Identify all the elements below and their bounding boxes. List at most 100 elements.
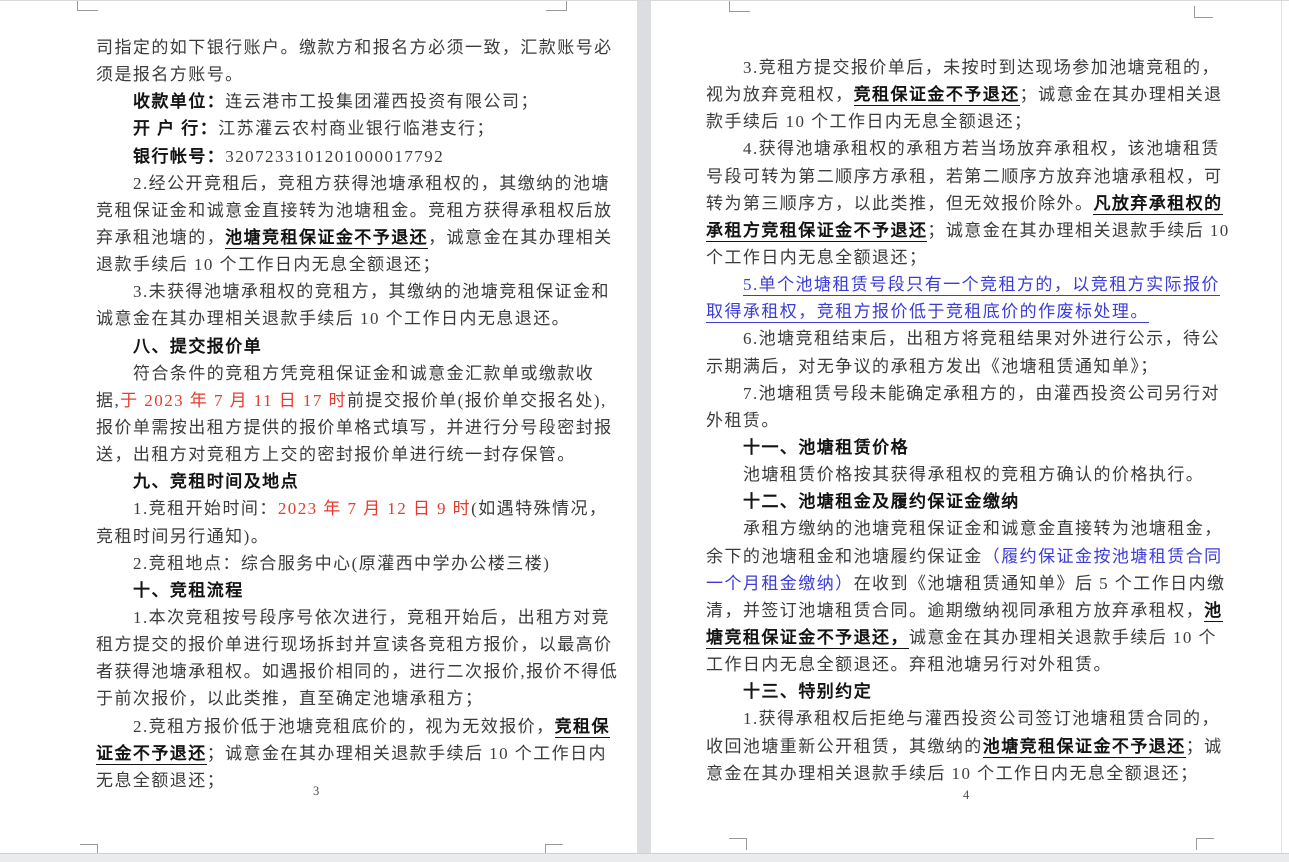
text-run: 银行帐号： xyxy=(133,147,225,166)
text-line: 取得承租权，竞租方报价低于竞租底价的作废标处理。 xyxy=(706,298,1214,325)
text-line: 1.获得承租权后拒绝与灌西投资公司签订池塘租赁合同的， xyxy=(706,705,1214,732)
text-line: 个工作日内无息全额退还； xyxy=(706,244,1214,271)
text-line: 3.竞租方提交报价单后，未按时到达现场参加池塘竞租的， xyxy=(706,54,1214,81)
text-line: 竞租保证金和诚意金直接转为池塘租金。竞租方获得承租权后放 xyxy=(96,197,613,224)
page-right-edge xyxy=(1281,1,1282,853)
text-run: 示期满后，对无争议的承租方发出《池塘租赁通知单》； xyxy=(706,357,1159,376)
text-line: 2.竞租方报价低于池塘竞租底价的，视为无效报价，竞租保 xyxy=(96,713,613,740)
text-line: 1.本次竞租按号段序号依次进行，竞租开始后，出租方对竞 xyxy=(96,604,613,631)
text-run: 据, xyxy=(96,391,120,410)
text-run: 6.池塘竞租结束后，出租方将竞租结果对外进行公示，待公 xyxy=(743,329,1220,348)
text-run: 竞租保证金和诚意金直接转为池塘租金。竞租方获得承租权后放 xyxy=(96,201,613,220)
text-line: 视为放弃竞租权，竞租保证金不予退还；诚意金在其办理相关退 xyxy=(706,81,1214,108)
text-run: 一个月租金缴纳） xyxy=(706,574,854,593)
text-run: 竞租保证金不予退还 xyxy=(854,85,1020,106)
text-run: ，诚意金在其办理相关 xyxy=(428,228,613,247)
text-line: 承租方竞租保证金不予退还；诚意金在其办理相关退款手续后 10 xyxy=(706,217,1214,244)
text-run: (如遇特殊情况， xyxy=(471,499,607,518)
text-run: 证金不予退还 xyxy=(96,744,207,765)
text-run: 取得承租权，竞租方报价低于竞租底价的作废标处理。 xyxy=(706,302,1149,323)
text-run: 凡放弃承租权的 xyxy=(1093,194,1222,215)
text-run: （履约保证金按池塘租赁合同 xyxy=(983,547,1223,566)
text-line: 塘竞租保证金不予退还，诚意金在其办理相关退款手续后 10 个 xyxy=(706,624,1214,651)
text-run: 十三、特别约定 xyxy=(743,682,872,701)
text-line: 1.竞租开始时间：2023 年 7 月 12 日 9 时(如遇特殊情况， xyxy=(96,495,613,522)
crop-mark xyxy=(729,838,747,850)
text-line: 租方提交的报价单进行现场拆封并宣读各竞租方报价，以最高价 xyxy=(96,631,613,658)
text-line: 证金不予退还；诚意金在其办理相关退款手续后 10 个工作日内 xyxy=(96,740,613,767)
text-line: 弃承租池塘的，池塘竞租保证金不予退还，诚意金在其办理相关 xyxy=(96,224,613,251)
text-line: 无息全额退还； xyxy=(96,767,613,794)
text-run: 连云港市工投集团灌西投资有限公司； xyxy=(225,92,539,111)
text-run: 4.获得池塘承租权的承租方若当场放弃承租权，该池塘租赁 xyxy=(743,139,1220,158)
text-run: 转为第三顺序方，以此类推，但无效报价除外。 xyxy=(706,194,1093,213)
text-run: 3207233101201000017792 xyxy=(225,147,444,166)
text-line: 一个月租金缴纳）在收到《池塘租赁通知单》后 5 个工作日内缴 xyxy=(706,570,1214,597)
page-4-text[interactable]: 3.竞租方提交报价单后，未按时到达现场参加池塘竞租的，视为放弃竞租权，竞租保证金… xyxy=(706,54,1214,787)
text-line: 余下的池塘租金和池塘履约保证金（履约保证金按池塘租赁合同 xyxy=(706,543,1214,570)
text-run: 十二、池塘租金及履约保证金缴纳 xyxy=(743,492,1020,511)
text-run: 司指定的如下银行账户。缴款方和报名方必须一致，汇款账号必 xyxy=(96,38,613,57)
text-line: 于前次报价，以此类推，直至确定池塘承租方； xyxy=(96,685,613,712)
text-line: 十二、池塘租金及履约保证金缴纳 xyxy=(706,488,1214,515)
text-line: 款手续后 10 个工作日内无息全额退还； xyxy=(706,108,1214,135)
text-run: 塘竞租保证金不予退还， xyxy=(706,628,909,649)
text-run: ；诚 xyxy=(1186,737,1223,756)
text-run: 承租方缴纳的池塘竞租保证金和诚意金直接转为池塘租金， xyxy=(743,519,1223,538)
text-run: 者获得池塘承租权。如遇报价相同的，进行二次报价,报价不得低 xyxy=(96,662,618,681)
text-line: 2.经公开竞租后，竞租方获得池塘承租权的，其缴纳的池塘 xyxy=(96,170,613,197)
text-line: 意金在其办理相关退款手续后 10 个工作日内无息全额退还； xyxy=(706,760,1214,787)
text-run: 十、竞租流程 xyxy=(133,581,244,600)
text-run: 九、竞租时间及地点 xyxy=(133,472,299,491)
text-line: 工作日内无息全额退还。弃租池塘另行对外租赁。 xyxy=(706,651,1214,678)
text-run: 租方提交的报价单进行现场拆封并宣读各竞租方报价，以最高价 xyxy=(96,635,613,654)
text-run: ；诚意金在其办理相关退款手续后 10 个工作日内 xyxy=(207,744,607,763)
text-line: 3.未获得池塘承租权的竞租方，其缴纳的池塘竞租保证金和 xyxy=(96,278,613,305)
text-run: 1.本次竞租按号段序号依次进行，竞租开始后，出租方对竞 xyxy=(133,608,610,627)
text-run: 1.竞租开始时间： xyxy=(133,499,278,518)
text-run: 八、提交报价单 xyxy=(133,337,262,356)
page-number: 4 xyxy=(963,788,969,803)
text-run: 符合条件的竞租方凭竞租保证金和诚意金汇款单或缴款收 xyxy=(133,364,594,383)
text-line: 据,于 2023 年 7 月 11 日 17 时前提交报价单(报价单交报名处), xyxy=(96,387,613,414)
text-run: 2023 年 7 月 12 日 9 时 xyxy=(278,499,471,518)
text-line: 须是报名方账号。 xyxy=(96,61,613,88)
text-run: 于前次报价，以此类推，直至确定池塘承租方； xyxy=(96,689,483,708)
text-run: 池塘租赁价格按其获得承租权的竞租方确认的价格执行。 xyxy=(743,465,1204,484)
text-run: 在收到《池塘租赁通知单》后 5 个工作日内缴 xyxy=(854,574,1226,593)
crop-mark xyxy=(77,1,98,11)
text-run: 3.竞租方提交报价单后，未按时到达现场参加池塘竞租的， xyxy=(743,58,1220,77)
text-run: 前提交报价单(报价单交报名处), xyxy=(347,391,607,410)
page-3-text[interactable]: 司指定的如下银行账户。缴款方和报名方必须一致，汇款账号必须是报名方账号。收款单位… xyxy=(96,34,613,794)
text-run: 2.竞租方报价低于池塘竞租底价的，视为无效报价， xyxy=(133,717,555,736)
page-gap xyxy=(637,1,651,853)
text-run: 3.未获得池塘承租权的竞租方，其缴纳的池塘竞租保证金和 xyxy=(133,282,610,301)
text-line: 诚意金在其办理相关退款手续后 10 个工作日内无息退还。 xyxy=(96,305,613,332)
text-line: 收回池塘重新公开租赁，其缴纳的池塘竞租保证金不予退还；诚 xyxy=(706,733,1214,760)
text-run: 十一、池塘租赁价格 xyxy=(743,438,909,457)
text-line: 司指定的如下银行账户。缴款方和报名方必须一致，汇款账号必 xyxy=(96,34,613,61)
text-line: 5.单个池塘租赁号段只有一个竞租方的，以竞租方实际报价 xyxy=(706,271,1214,298)
text-run: 2.竞租地点：综合服务中心(原灌西中学办公楼三楼) xyxy=(133,554,550,573)
page-3[interactable]: 司指定的如下银行账户。缴款方和报名方必须一致，汇款账号必须是报名方账号。收款单位… xyxy=(0,1,637,853)
text-run: 7.池塘租赁号段未能确定承租方的，由灌西投资公司另行对 xyxy=(743,384,1220,403)
text-run: 池塘竞租保证金不予退还 xyxy=(983,737,1186,758)
text-line: 九、竞租时间及地点 xyxy=(96,468,613,495)
text-run: 江苏灌云农村商业银行临港支行； xyxy=(218,119,495,138)
text-line: 符合条件的竞租方凭竞租保证金和诚意金汇款单或缴款收 xyxy=(96,360,613,387)
text-line: 竞租时间另行通知)。 xyxy=(96,523,613,550)
text-run: 无息全额退还； xyxy=(96,771,225,790)
text-line: 退款手续后 10 个工作日内无息全额退还； xyxy=(96,251,613,278)
text-line: 开 户 行：江苏灌云农村商业银行临港支行； xyxy=(96,115,613,142)
text-run: 诚意金在其办理相关退款手续后 10 个 xyxy=(909,628,1217,647)
crop-mark xyxy=(546,1,567,11)
text-line: 十、竞租流程 xyxy=(96,577,613,604)
text-line: 2.竞租地点：综合服务中心(原灌西中学办公楼三楼) xyxy=(96,550,613,577)
text-line: 八、提交报价单 xyxy=(96,333,613,360)
text-line: 十三、特别约定 xyxy=(706,678,1214,705)
text-run: 须是报名方账号。 xyxy=(96,65,244,84)
page-4[interactable]: 3.竞租方提交报价单后，未按时到达现场参加池塘竞租的，视为放弃竞租权，竞租保证金… xyxy=(651,1,1289,853)
text-run: 1.获得承租权后拒绝与灌西投资公司签订池塘租赁合同的， xyxy=(743,709,1220,728)
text-line: 池塘租赁价格按其获得承租权的竞租方确认的价格执行。 xyxy=(706,461,1214,488)
crop-mark xyxy=(729,1,750,12)
